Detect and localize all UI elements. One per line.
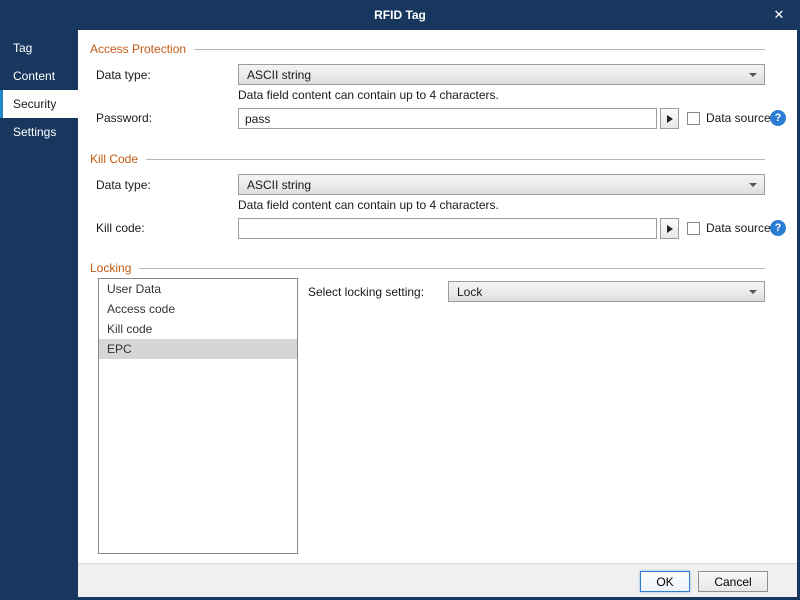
play-icon bbox=[666, 224, 673, 233]
kill-code-expand-button[interactable] bbox=[660, 218, 679, 239]
kill-helper-text: Data field content can contain up to 4 c… bbox=[238, 198, 499, 212]
section-header-locking: Locking bbox=[90, 261, 765, 275]
password-data-source-checkbox[interactable] bbox=[687, 112, 700, 125]
kill-data-type-label: Data type: bbox=[96, 178, 151, 192]
list-item-access-code[interactable]: Access code bbox=[99, 299, 297, 319]
locking-setting-label: Select locking setting: bbox=[308, 285, 425, 299]
section-divider bbox=[139, 267, 765, 269]
access-data-type-value: ASCII string bbox=[247, 67, 312, 82]
section-header-kill-code: Kill Code bbox=[90, 152, 765, 166]
sidebar: Tag Content Security Settings bbox=[0, 30, 78, 600]
close-icon[interactable]: ✕ bbox=[768, 5, 790, 25]
password-help-icon[interactable]: ? bbox=[770, 110, 786, 126]
content-panel: Access Protection Data type: ASCII strin… bbox=[78, 30, 797, 563]
cancel-button[interactable]: Cancel bbox=[698, 571, 768, 592]
sidebar-item-settings[interactable]: Settings bbox=[0, 118, 78, 146]
access-helper-text: Data field content can contain up to 4 c… bbox=[238, 88, 499, 102]
kill-data-source-checkbox[interactable] bbox=[687, 222, 700, 235]
footer: OK Cancel bbox=[78, 563, 797, 597]
section-divider bbox=[146, 158, 765, 160]
password-label: Password: bbox=[96, 111, 153, 125]
section-title-access-protection: Access Protection bbox=[90, 42, 187, 56]
chevron-down-icon bbox=[749, 183, 757, 187]
section-header-access-protection: Access Protection bbox=[90, 42, 765, 56]
ok-button[interactable]: OK bbox=[640, 571, 690, 592]
list-item-kill-code[interactable]: Kill code bbox=[99, 319, 297, 339]
section-title-locking: Locking bbox=[90, 261, 132, 275]
play-icon bbox=[666, 114, 673, 123]
locking-fields-list: User Data Access code Kill code EPC bbox=[98, 278, 298, 554]
locking-setting-select[interactable]: Lock bbox=[448, 281, 765, 302]
kill-data-type-select[interactable]: ASCII string bbox=[238, 174, 765, 195]
chevron-down-icon bbox=[749, 73, 757, 77]
access-data-type-select[interactable]: ASCII string bbox=[238, 64, 765, 85]
kill-data-source-label: Data source bbox=[706, 221, 771, 235]
sidebar-item-content[interactable]: Content bbox=[0, 62, 78, 90]
sidebar-item-security[interactable]: Security bbox=[0, 90, 78, 118]
kill-code-input[interactable] bbox=[238, 218, 657, 239]
password-expand-button[interactable] bbox=[660, 108, 679, 129]
sidebar-item-tag[interactable]: Tag bbox=[0, 34, 78, 62]
rfid-tag-dialog: RFID Tag ✕ Tag Content Security Settings… bbox=[0, 0, 800, 600]
dialog-title: RFID Tag bbox=[374, 8, 426, 22]
data-type-label: Data type: bbox=[96, 68, 151, 82]
chevron-down-icon bbox=[749, 290, 757, 294]
section-divider bbox=[194, 48, 765, 50]
kill-data-type-value: ASCII string bbox=[247, 177, 312, 192]
kill-code-label: Kill code: bbox=[96, 221, 145, 235]
kill-help-icon[interactable]: ? bbox=[770, 220, 786, 236]
password-data-source-label: Data source bbox=[706, 111, 771, 125]
section-title-kill-code: Kill Code bbox=[90, 152, 139, 166]
titlebar: RFID Tag ✕ bbox=[0, 0, 800, 30]
password-input[interactable] bbox=[238, 108, 657, 129]
list-item-user-data[interactable]: User Data bbox=[99, 279, 297, 299]
locking-setting-value: Lock bbox=[457, 284, 483, 299]
list-item-epc[interactable]: EPC bbox=[99, 339, 297, 359]
